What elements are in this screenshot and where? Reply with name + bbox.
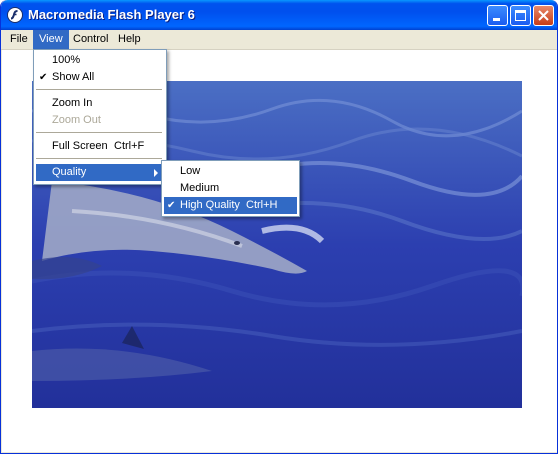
- menu-item-label: Full Screen: [52, 140, 108, 152]
- menu-separator: [36, 89, 162, 90]
- menu-bar: File View Control Help: [1, 30, 557, 50]
- menu-item-show-all[interactable]: ✔ Show All: [36, 69, 164, 86]
- close-icon: [538, 10, 549, 21]
- checkmark-icon: ✔: [167, 200, 176, 211]
- checkmark-icon: ✔: [39, 72, 48, 83]
- flash-player-icon: [7, 7, 23, 23]
- menu-item-label: Zoom Out: [52, 114, 101, 126]
- menu-item-full-screen[interactable]: Full Screen Ctrl+F: [36, 138, 164, 155]
- maximize-icon: [515, 10, 526, 21]
- menu-item-zoom-in[interactable]: Zoom In: [36, 95, 164, 112]
- menu-item-zoom-out: Zoom Out: [36, 112, 164, 129]
- menu-item-label: Zoom In: [52, 97, 93, 109]
- minimize-button[interactable]: [487, 5, 508, 26]
- flash-player-window: Macromedia Flash Player 6 File View Cont…: [0, 0, 558, 454]
- close-button[interactable]: [533, 5, 554, 26]
- menu-item-label: Medium: [180, 182, 220, 194]
- window-title: Macromedia Flash Player 6: [28, 7, 195, 22]
- menu-control[interactable]: Control: [67, 30, 114, 49]
- minimize-icon: [493, 18, 500, 21]
- menu-item-label: 100%: [52, 54, 81, 66]
- menu-file[interactable]: File: [4, 30, 34, 49]
- view-menu-dropdown: 100% ✔ Show All Zoom In Zoom Out Full Scr…: [33, 49, 167, 185]
- menu-item-100-percent[interactable]: 100%: [36, 52, 164, 69]
- menu-separator: [36, 132, 162, 133]
- menu-help[interactable]: Help: [112, 30, 147, 49]
- menu-item-quality[interactable]: Quality: [36, 164, 164, 181]
- menu-view[interactable]: View: [33, 30, 69, 49]
- menu-item-quality-medium[interactable]: Medium: [164, 180, 297, 197]
- menu-item-shortcut: Ctrl+H: [246, 199, 278, 211]
- menu-item-quality-low[interactable]: Low: [164, 163, 297, 180]
- menu-item-label: Show All: [52, 71, 95, 83]
- menu-item-label: High Quality: [180, 199, 240, 211]
- menu-item-label: Low: [180, 165, 201, 177]
- menu-separator: [36, 158, 162, 159]
- title-bar[interactable]: Macromedia Flash Player 6: [1, 0, 557, 30]
- submenu-arrow-icon: [154, 169, 158, 177]
- menu-item-quality-high[interactable]: ✔ High Quality Ctrl+H: [164, 197, 297, 214]
- menu-item-shortcut: Ctrl+F: [114, 140, 145, 152]
- maximize-button[interactable]: [510, 5, 531, 26]
- menu-item-label: Quality: [52, 166, 87, 178]
- quality-submenu: Low Medium ✔ High Quality Ctrl+H: [161, 160, 300, 217]
